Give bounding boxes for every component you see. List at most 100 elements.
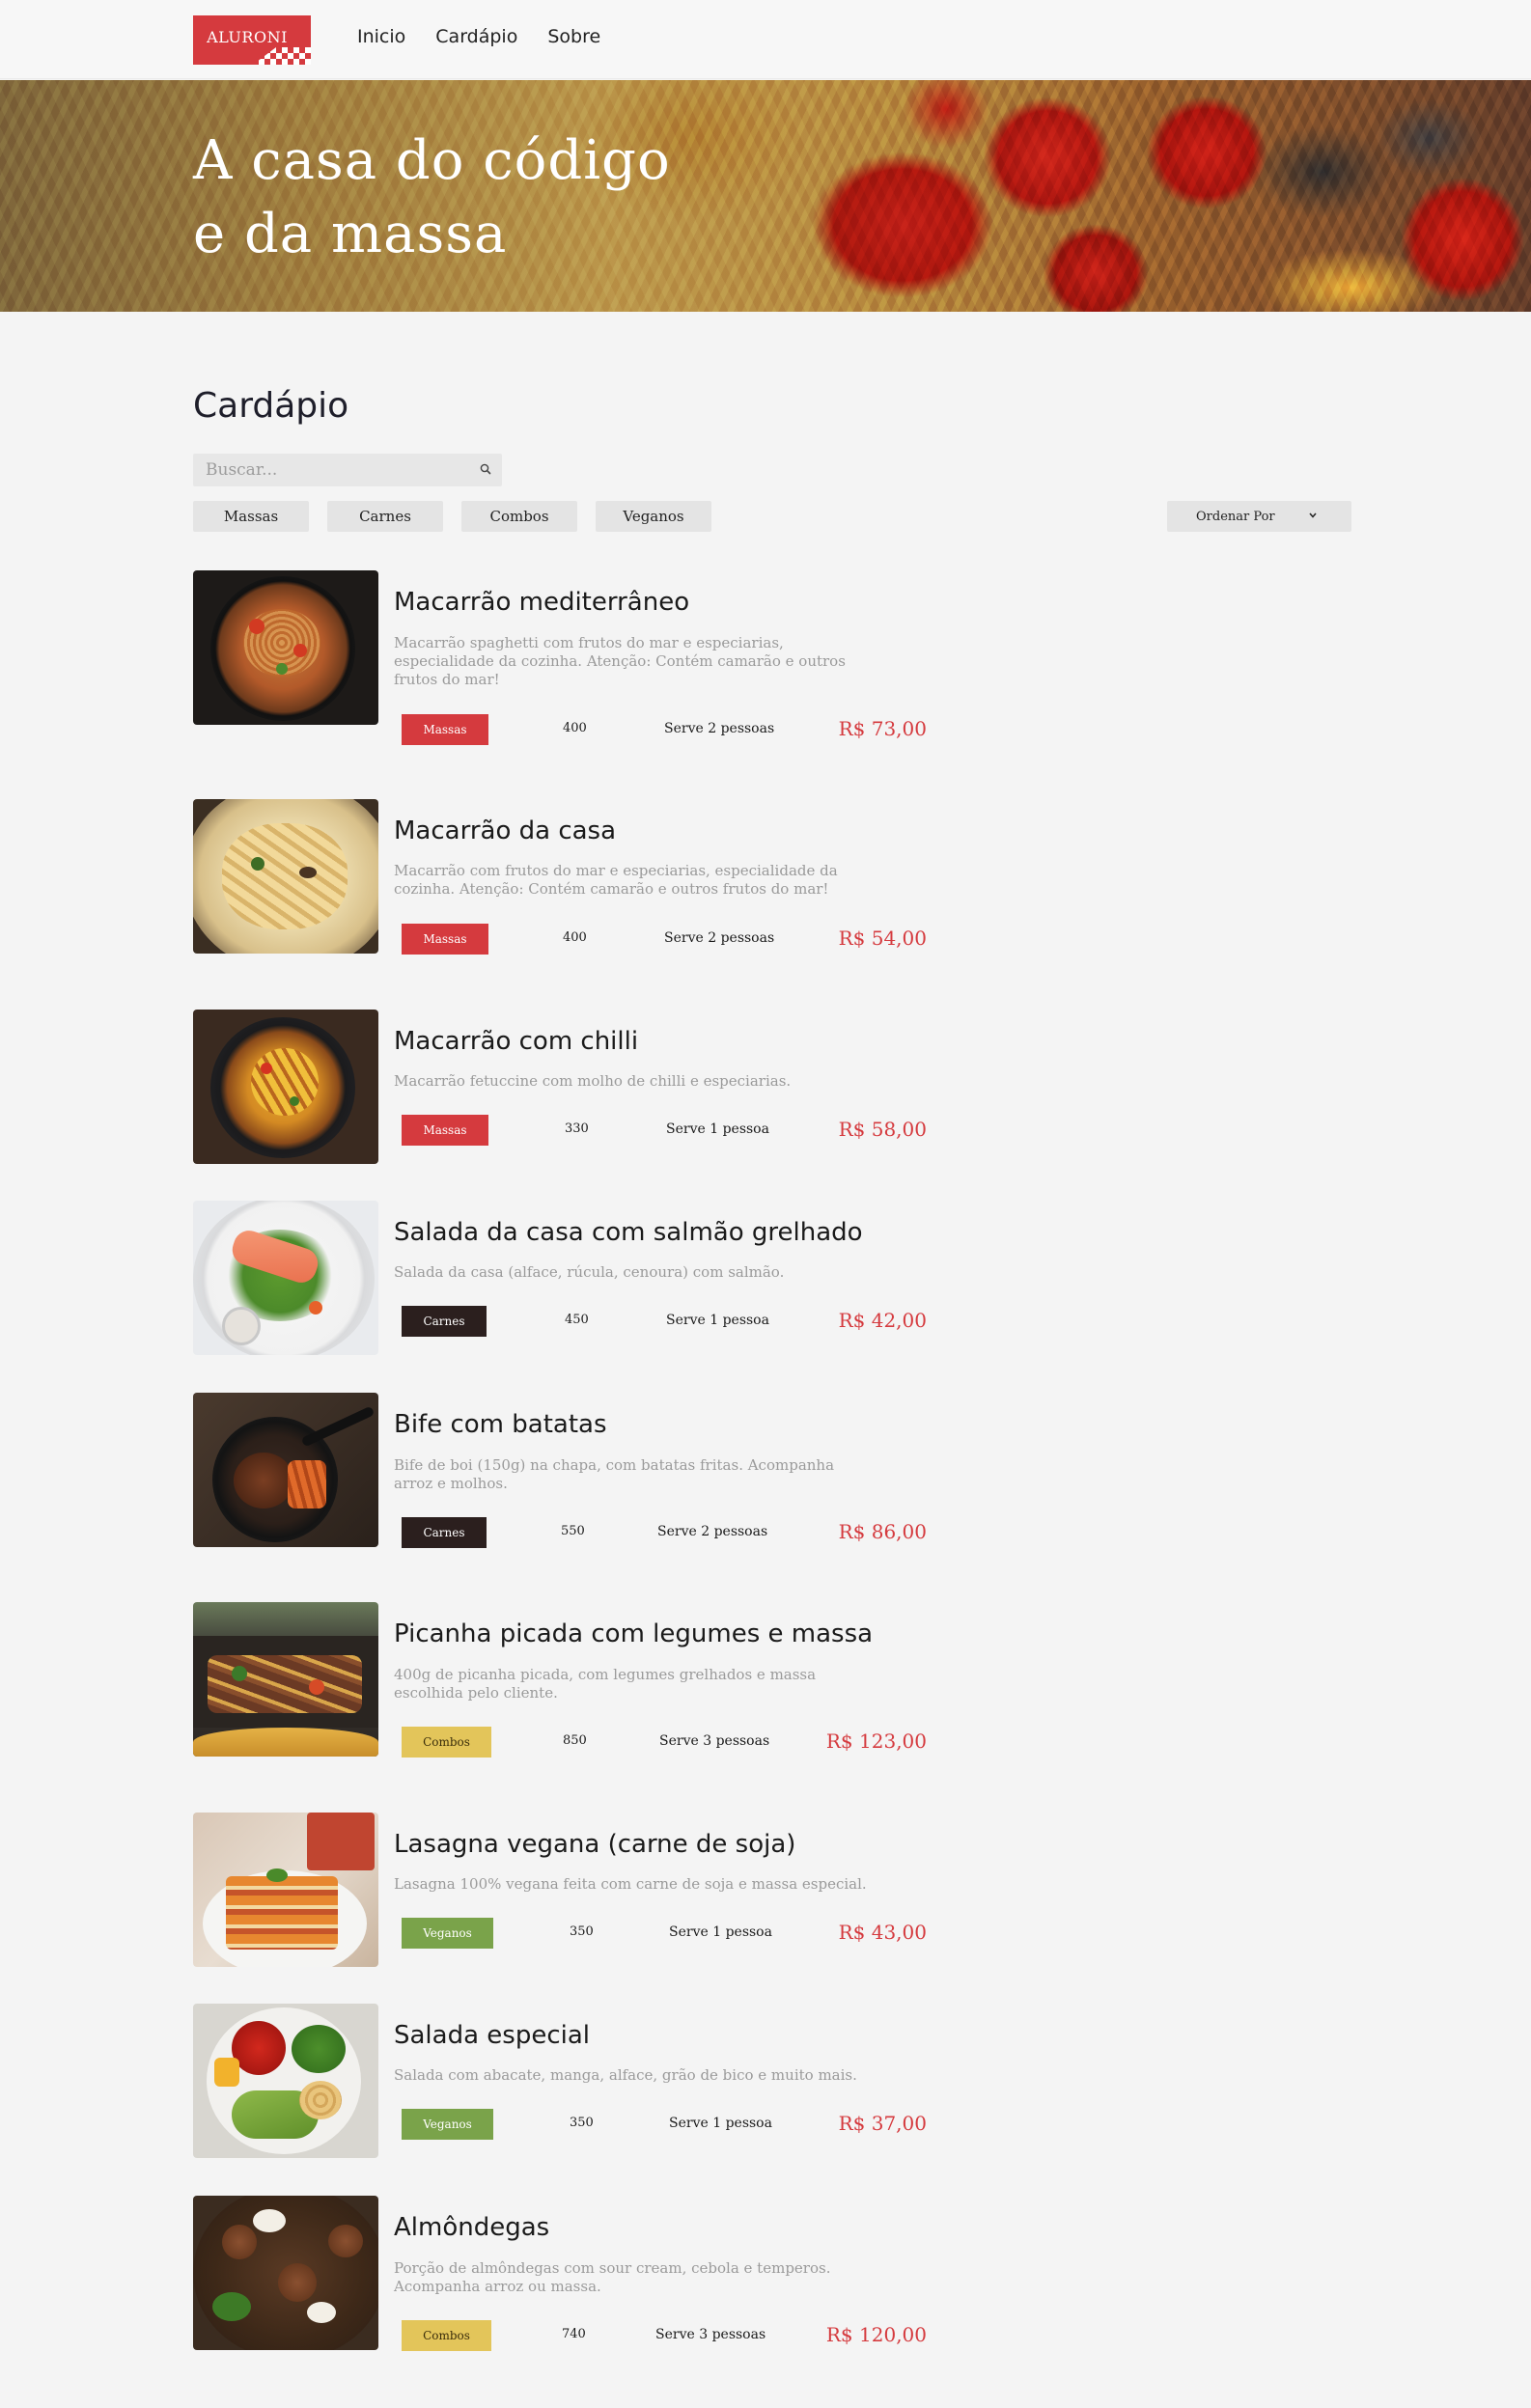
filter-combos[interactable]: Combos [461,501,577,532]
item-category-tag: Carnes [402,1306,487,1337]
item-meta: Veganos 350 Serve 1 pessoa R$ 43,00 [402,1918,927,1949]
item-description: Lasagna 100% vegana feita com carne de s… [394,1875,867,1893]
item-category-tag: Combos [402,2320,491,2351]
item-meta: Veganos 350 Serve 1 pessoa R$ 37,00 [402,2109,927,2140]
item-name: Salada especial [394,2021,591,2050]
dish-image-macarrao-da-casa [193,799,378,954]
sort-dropdown[interactable]: Ordenar Por [1167,501,1351,532]
dish-image-salada-salmao [193,1201,378,1355]
item-size: 400 [563,930,587,945]
item-size: 330 [565,1121,589,1136]
item-serves: Serve 1 pessoa [669,2116,772,2131]
dish-image-bife-com-batatas [193,1393,378,1547]
dish-image-almondegas [193,2196,378,2350]
hero-title: A casa do código e da massa [193,125,772,271]
item-category-tag: Massas [402,714,488,745]
item-description: Macarrão spaghetti com frutos do mar e e… [394,634,846,688]
item-meta: Massas 400 Serve 2 pessoas R$ 73,00 [402,714,927,745]
item-meta: Carnes 450 Serve 1 pessoa R$ 42,00 [402,1306,927,1337]
item-name: Lasagna vegana (carne de soja) [394,1830,796,1859]
item-description: Macarrão com frutos do mar e especiarias… [394,862,838,898]
item-category-tag: Combos [402,1727,491,1758]
menu-title: Cardápio [193,386,349,426]
item-size: 550 [561,1524,585,1538]
item-serves: Serve 2 pessoas [664,930,775,946]
item-name: Macarrão com chilli [394,1027,639,1056]
hero-title-line-2: e da massa [193,203,508,265]
item-price: R$ 73,00 [838,717,927,740]
item-price: R$ 86,00 [838,1520,927,1543]
dish-image-salada-especial [193,2004,378,2158]
menu-item[interactable]: Almôndegas Porção de almôndegas com sour… [193,2196,927,2360]
logo-checker-pattern [253,47,311,65]
item-description: 400g de picanha picada, com legumes grel… [394,1666,817,1702]
item-price: R$ 58,00 [838,1118,927,1141]
item-price: R$ 123,00 [825,1730,927,1753]
logo-text: ALURONI [207,28,288,46]
main-nav: Inicio Cardápio Sobre [357,26,600,47]
item-price: R$ 43,00 [838,1921,927,1944]
item-name: Picanha picada com legumes e massa [394,1619,874,1648]
filter-carnes[interactable]: Carnes [327,501,443,532]
hero-banner: A casa do código e da massa [0,80,1531,312]
dish-image-lasagna-vegana [193,1813,378,1967]
menu-item[interactable]: Lasagna vegana (carne de soja) Lasagna 1… [193,1813,927,1977]
item-category-tag: Massas [402,924,488,955]
item-serves: Serve 3 pessoas [655,2327,766,2342]
filter-massas[interactable]: Massas [193,501,309,532]
item-size: 450 [565,1313,589,1327]
search-input[interactable] [193,454,502,486]
item-name: Macarrão da casa [394,817,617,845]
menu-item[interactable]: Salada da casa com salmão grelhado Salad… [193,1201,927,1365]
logo[interactable]: ALURONI [193,15,311,65]
item-size: 740 [562,2327,586,2341]
item-price: R$ 120,00 [825,2323,927,2346]
nav-link-sobre[interactable]: Sobre [547,26,600,47]
item-meta: Massas 330 Serve 1 pessoa R$ 58,00 [402,1115,927,1146]
item-category-tag: Veganos [402,1918,493,1949]
item-price: R$ 37,00 [838,2112,927,2135]
item-serves: Serve 1 pessoa [666,1313,769,1328]
menu-item[interactable]: Macarrão mediterrâneo Macarrão spaghetti… [193,570,927,745]
item-description: Macarrão fetuccine com molho de chilli e… [394,1072,792,1090]
nav-link-cardapio[interactable]: Cardápio [435,26,517,47]
item-description: Bife de boi (150g) na chapa, com batatas… [394,1456,835,1492]
item-size: 850 [563,1733,587,1748]
chevron-down-icon [1309,512,1317,518]
search-icon[interactable] [479,462,492,476]
item-description: Salada com abacate, manga, alface, grão … [394,2066,857,2084]
nav-link-inicio[interactable]: Inicio [357,26,405,47]
item-meta: Combos 740 Serve 3 pessoas R$ 120,00 [402,2320,927,2351]
item-serves: Serve 2 pessoas [657,1524,768,1539]
item-description: Porção de almôndegas com sour cream, ceb… [394,2259,831,2295]
dish-image-macarrao-mediterraneo [193,570,378,725]
dish-image-macarrao-com-chilli [193,1010,378,1164]
item-meta: Massas 400 Serve 2 pessoas R$ 54,00 [402,924,927,955]
menu-item[interactable]: Salada especial Salada com abacate, mang… [193,2004,927,2168]
item-meta: Combos 850 Serve 3 pessoas R$ 123,00 [402,1727,927,1758]
site-header: ALURONI Inicio Cardápio Sobre [0,0,1531,79]
item-name: Bife com batatas [394,1410,607,1439]
item-name: Macarrão mediterrâneo [394,588,690,617]
menu-item[interactable]: Macarrão da casa Macarrão com frutos do … [193,799,927,963]
filter-veganos[interactable]: Veganos [596,501,711,532]
item-name: Salada da casa com salmão grelhado [394,1218,863,1247]
menu-item[interactable]: Bife com batatas Bife de boi (150g) na c… [193,1393,927,1557]
menu-item[interactable]: Macarrão com chilli Macarrão fetuccine c… [193,1010,927,1174]
category-filters: Massas Carnes Combos Veganos [193,501,711,532]
item-serves: Serve 2 pessoas [664,721,775,736]
item-size: 400 [563,721,587,735]
item-meta: Carnes 550 Serve 2 pessoas R$ 86,00 [402,1517,927,1548]
item-size: 350 [570,1924,594,1939]
hero-title-line-1: A casa do código [193,129,671,192]
sort-label: Ordenar Por [1196,509,1275,524]
item-category-tag: Carnes [402,1517,487,1548]
item-category-tag: Veganos [402,2109,493,2140]
item-price: R$ 54,00 [838,927,927,950]
menu-item[interactable]: Picanha picada com legumes e massa 400g … [193,1602,927,1766]
item-description: Salada da casa (alface, rúcula, cenoura)… [394,1263,785,1281]
search-box [193,454,502,486]
item-price: R$ 42,00 [838,1309,927,1332]
item-serves: Serve 3 pessoas [659,1733,770,1749]
item-serves: Serve 1 pessoa [669,1924,772,1940]
